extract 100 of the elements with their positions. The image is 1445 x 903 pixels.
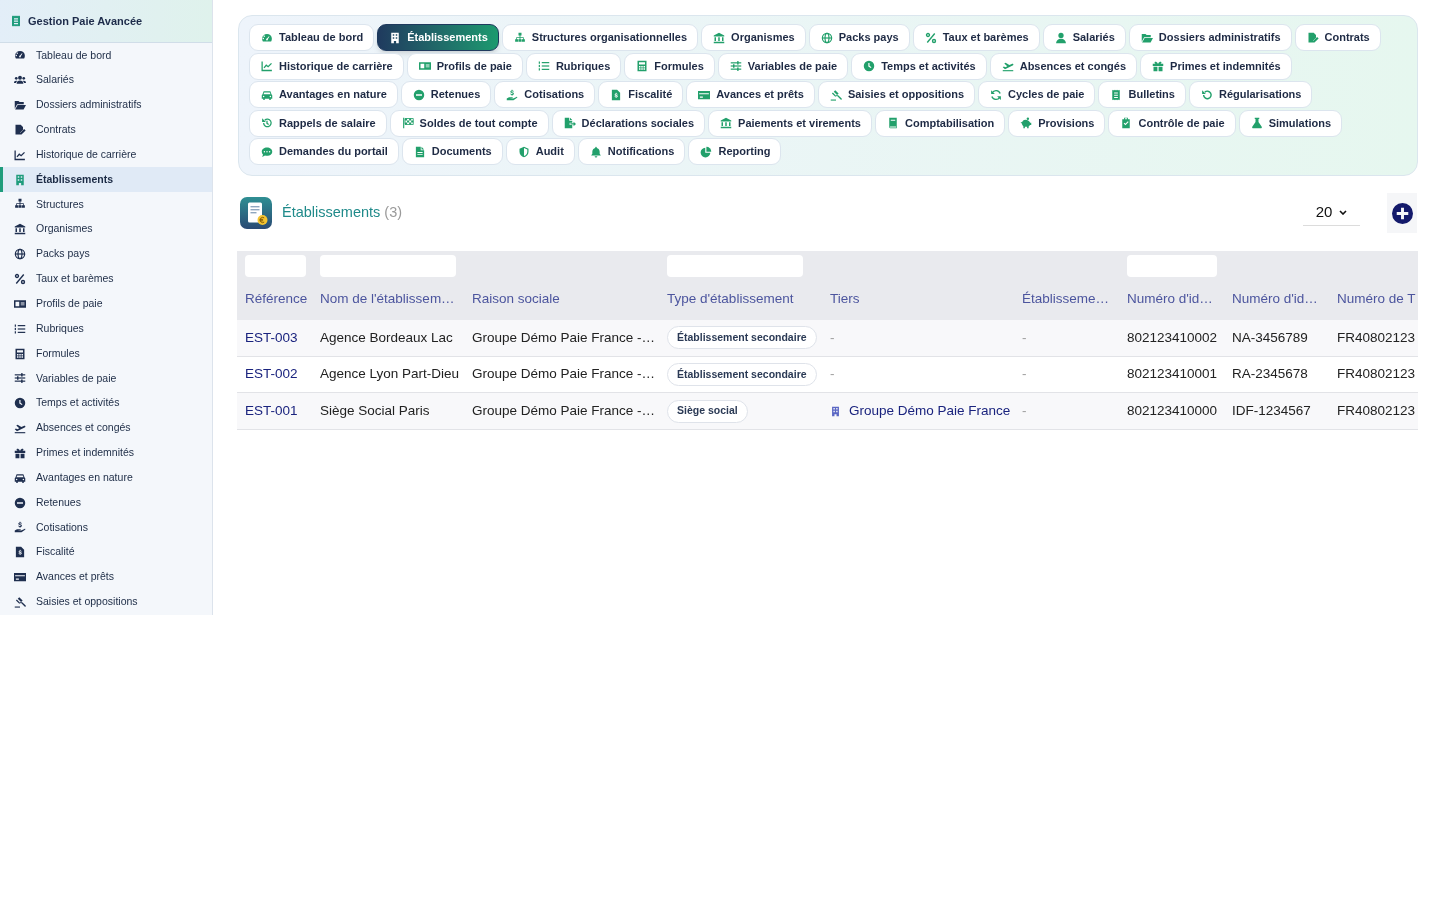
tab[interactable]: Soldes de tout compte — [389, 109, 549, 137]
tab[interactable]: Fiscalité — [598, 81, 684, 108]
list-icon — [537, 60, 550, 72]
tab[interactable]: Retenues — [400, 81, 492, 108]
bell-icon — [589, 145, 602, 158]
table-cell-text: FR40802123 — [1337, 365, 1416, 384]
sidebar-item[interactable]: Formules — [0, 341, 212, 366]
table-cell-text: Agence Bordeaux Lac — [320, 328, 453, 347]
tab[interactable]: Profils de paie — [406, 52, 523, 80]
add-button[interactable] — [1387, 193, 1417, 233]
column-header[interactable]: Nom de l'établissem… — [320, 290, 455, 308]
tab[interactable]: Structures organisationnelles — [501, 24, 699, 51]
reference-link[interactable]: EST-002 — [245, 364, 298, 385]
sidebar-item[interactable]: Historique de carrière — [0, 142, 212, 168]
sidebar-item[interactable]: Avances et prêts — [0, 564, 212, 590]
sidebar-item[interactable]: Structures — [0, 192, 212, 217]
tab[interactable]: Documents — [401, 138, 503, 165]
column-header[interactable]: Numéro d'id… — [1127, 290, 1213, 308]
sidebar-item[interactable]: Contrats — [0, 117, 212, 143]
sidebar-item[interactable]: Taux et barèmes — [0, 266, 212, 292]
page-size-select[interactable]: 20 — [1303, 200, 1360, 226]
tab[interactable]: Taux et barèmes — [912, 24, 1040, 51]
tab[interactable]: Établissements — [377, 24, 499, 51]
sidebar-item[interactable]: Variables de paie — [0, 365, 212, 391]
sidebar-item[interactable]: Temps et activités — [0, 390, 212, 416]
list-icon — [14, 322, 26, 335]
column-header[interactable]: Numéro de T — [1337, 290, 1416, 308]
type-badge: Établissement secondaire — [667, 326, 817, 350]
table-cell-text: FR40802123 — [1337, 328, 1416, 347]
tab[interactable]: Dossiers administratifs — [1128, 24, 1292, 51]
user-icon — [1054, 31, 1067, 44]
table-cell-text: - — [1022, 328, 1027, 347]
sidebar-item[interactable]: Absences et congés — [0, 415, 212, 441]
tab[interactable]: Contrats — [1294, 24, 1381, 51]
receipt-icon — [1110, 88, 1123, 101]
tab[interactable]: Comptabilisation — [875, 109, 1006, 137]
tab[interactable]: Avantages en nature — [249, 81, 398, 108]
tab[interactable]: Cycles de paie — [978, 81, 1096, 108]
sidebar-item[interactable]: Organismes — [0, 216, 212, 242]
sidebar-item[interactable]: Saisies et oppositions — [0, 589, 212, 615]
tab[interactable]: Tableau de bord — [249, 24, 375, 51]
tab[interactable]: Régularisations — [1188, 81, 1313, 108]
sidebar-item[interactable]: Primes et indemnités — [0, 440, 212, 466]
column-header[interactable]: Raison sociale — [472, 290, 560, 308]
tab[interactable]: Notifications — [577, 138, 686, 165]
document-arrow-icon — [563, 117, 576, 129]
globe-icon — [820, 31, 833, 44]
tab[interactable]: Salariés — [1042, 24, 1126, 51]
tab[interactable]: Packs pays — [808, 24, 910, 51]
reference-link[interactable]: EST-001 — [245, 401, 298, 422]
tab[interactable]: Audit — [505, 138, 575, 165]
sidebar-item[interactable]: Packs pays — [0, 241, 212, 267]
tab[interactable]: Rappels de salaire — [249, 109, 387, 137]
shield-icon — [517, 145, 530, 158]
tab[interactable]: Organismes — [701, 24, 806, 51]
column-header[interactable]: Type d'établissement — [667, 290, 794, 308]
credit-card-icon — [14, 571, 26, 584]
table-cell-text: - — [1022, 365, 1027, 384]
tab[interactable]: Déclarations sociales — [551, 109, 706, 137]
document-pen-icon — [1306, 31, 1319, 44]
tab[interactable]: Temps et activités — [851, 52, 987, 80]
sidebar-item[interactable]: Rubriques — [0, 316, 212, 342]
sidebar-item[interactable]: Avantages en nature — [0, 465, 212, 491]
tiers-link[interactable]: Groupe Démo Paie France — [830, 401, 1011, 422]
tab[interactable]: Avances et prêts — [686, 81, 815, 108]
folder-icon — [1140, 31, 1153, 44]
tab[interactable]: Formules — [624, 52, 715, 80]
sidebar-item[interactable]: Cotisations — [0, 515, 212, 540]
tab[interactable]: Variables de paie — [717, 52, 849, 80]
table-cell-text: 802123410000 — [1127, 402, 1218, 421]
reference-link[interactable]: EST-003 — [245, 327, 298, 348]
sidebar-item[interactable]: Dossiers administratifs — [0, 92, 212, 118]
sidebar-item[interactable]: Profils de paie — [0, 291, 212, 317]
tab[interactable]: Simulations — [1238, 109, 1342, 137]
type-badge: Établissement secondaire — [667, 363, 817, 387]
tab[interactable]: Paiements et virements — [708, 109, 872, 137]
line-chart-icon — [261, 60, 273, 72]
sidebar-item[interactable]: Tableau de bord — [0, 43, 212, 68]
tab[interactable]: Primes et indemnités — [1140, 52, 1292, 80]
tab[interactable]: Contrôle de paie — [1108, 109, 1236, 137]
column-header[interactable]: Référence — [245, 290, 308, 308]
tab[interactable]: Reporting — [688, 138, 782, 165]
sidebar-item[interactable]: Fiscalité — [0, 539, 212, 565]
sidebar-item[interactable]: Salariés — [0, 67, 212, 93]
tab[interactable]: Bulletins — [1098, 81, 1186, 108]
sidebar-item[interactable]: Retenues — [0, 490, 212, 516]
tab[interactable]: Historique de carrière — [249, 52, 404, 80]
clipboard-check-icon — [1120, 117, 1133, 129]
column-header[interactable]: Tiers — [830, 290, 860, 308]
tab[interactable]: Saisies et oppositions — [817, 81, 976, 108]
tab[interactable]: Cotisations — [494, 81, 596, 108]
column-header[interactable]: Numéro d'id… — [1232, 290, 1318, 308]
sidebar-item[interactable]: Établissements — [0, 167, 212, 193]
tab[interactable]: Absences et congés — [989, 52, 1138, 80]
tab[interactable]: Provisions — [1008, 109, 1106, 137]
tab[interactable]: Demandes du portail — [249, 138, 399, 165]
bank-icon — [720, 117, 733, 129]
tab[interactable]: Rubriques — [525, 52, 622, 80]
column-header[interactable]: Établisseme… — [1022, 290, 1110, 308]
table-cell-text: IDF-1234567 — [1232, 402, 1311, 421]
